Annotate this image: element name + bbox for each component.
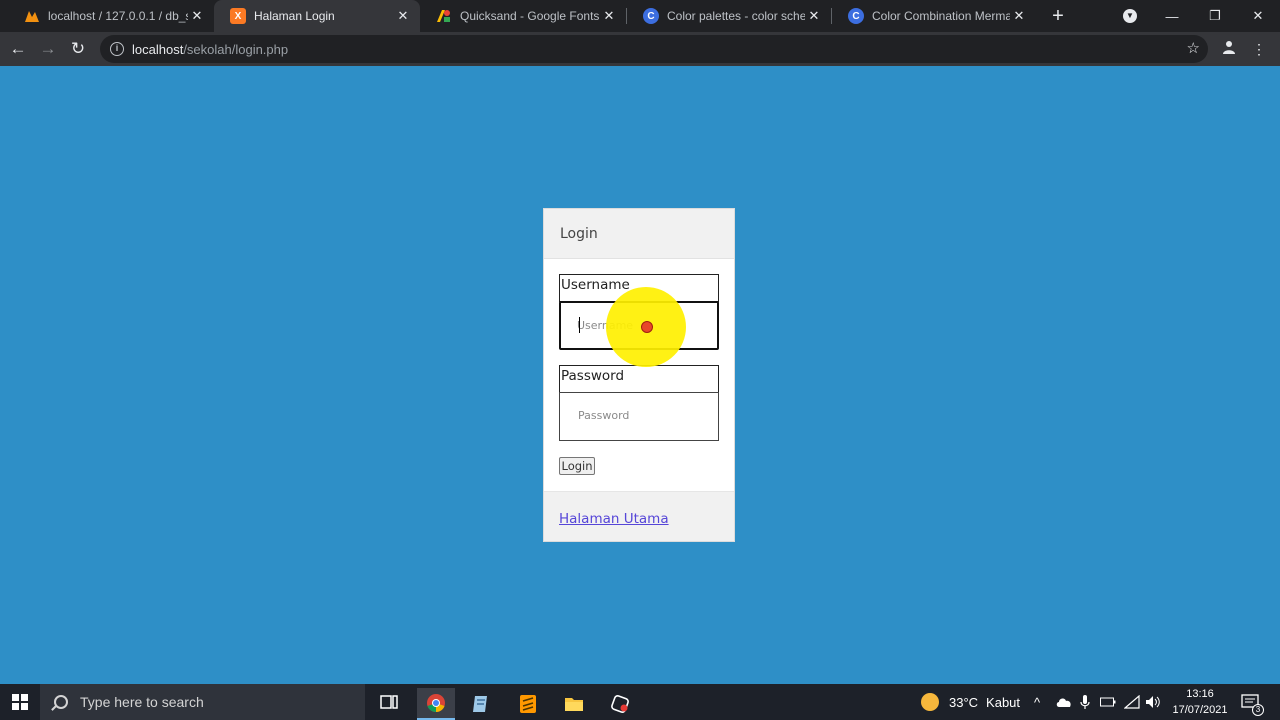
username-input[interactable]: Username xyxy=(559,301,719,350)
weather-desc: Kabut xyxy=(986,694,1021,710)
task-view-icon[interactable] xyxy=(370,686,408,718)
login-card: Login Username Username Password Passwor… xyxy=(543,208,735,542)
tab-color-palettes[interactable]: C Color palettes - color schemes ✕ xyxy=(627,0,831,32)
clock-date: 17/07/2021 xyxy=(1172,704,1228,716)
menu-icon[interactable]: ⋮ xyxy=(1247,37,1271,61)
chrome-icon[interactable] xyxy=(417,688,455,720)
halaman-utama-link[interactable]: Halaman Utama xyxy=(559,511,669,527)
card-footer: Halaman Utama xyxy=(544,491,734,541)
file-explorer-icon[interactable] xyxy=(555,688,593,720)
tab-title: Quicksand - Google Fonts xyxy=(460,9,600,23)
clock-time: 13:16 xyxy=(1186,688,1214,700)
close-window-button[interactable]: ✕ xyxy=(1236,0,1280,32)
volume-icon[interactable] xyxy=(1145,684,1161,720)
tab-google-fonts[interactable]: Quicksand - Google Fonts ✕ xyxy=(420,0,626,32)
tab-title: Halaman Login xyxy=(254,9,335,23)
tab-search-button[interactable]: ▼ xyxy=(1108,0,1152,32)
tab-color-combination[interactable]: C Color Combination Mermaid ✕ xyxy=(832,0,1036,32)
colorhunt-icon: C xyxy=(643,8,659,24)
sublime-text-icon[interactable] xyxy=(509,688,547,720)
login-form: Username Username Password Password Logi… xyxy=(544,259,734,491)
text-caret xyxy=(579,317,580,333)
address-bar[interactable]: i localhost/sekolah/login.php ☆ xyxy=(100,35,1208,63)
close-icon[interactable]: ✕ xyxy=(600,8,618,24)
reload-button[interactable]: ↻ xyxy=(66,37,90,61)
weather-haze-icon xyxy=(921,693,939,711)
taskbar-clock[interactable]: 13:16 17/07/2021 xyxy=(1165,686,1235,718)
battery-icon[interactable] xyxy=(1100,684,1116,720)
username-placeholder: Username xyxy=(577,319,634,332)
microphone-icon[interactable] xyxy=(1080,684,1090,720)
xampp-icon: X xyxy=(230,8,246,24)
password-placeholder: Password xyxy=(578,409,630,422)
tab-title: Color Combination Mermaid xyxy=(872,9,1010,23)
weather-widget[interactable]: 33°C Kabut xyxy=(921,684,1020,720)
notification-count: 3 xyxy=(1252,704,1264,716)
username-label: Username xyxy=(559,274,719,302)
close-icon[interactable]: ✕ xyxy=(188,8,206,24)
xampp-icon[interactable] xyxy=(601,688,639,720)
wifi-icon[interactable] xyxy=(1124,684,1140,720)
phpmyadmin-icon xyxy=(24,8,40,24)
onedrive-icon[interactable] xyxy=(1056,684,1072,720)
url-path: /sekolah/login.php xyxy=(183,41,289,57)
close-icon[interactable]: ✕ xyxy=(805,8,823,24)
tab-title: Color palettes - color schemes xyxy=(667,9,805,23)
login-button[interactable]: Login xyxy=(559,457,595,475)
card-header: Login xyxy=(544,209,734,259)
google-fonts-icon xyxy=(436,8,452,24)
search-placeholder: Type here to search xyxy=(80,694,204,710)
browser-tab-bar: localhost / 127.0.0.1 / db_sekolah ✕ X H… xyxy=(0,0,1280,32)
new-tab-button[interactable]: + xyxy=(1047,5,1069,27)
password-input[interactable]: Password xyxy=(559,392,719,441)
close-icon[interactable]: ✕ xyxy=(394,8,412,24)
forward-button[interactable]: → xyxy=(36,37,60,61)
tab-phpmyadmin[interactable]: localhost / 127.0.0.1 / db_sekolah ✕ xyxy=(8,0,214,32)
tab-title: localhost / 127.0.0.1 / db_sekolah xyxy=(48,9,188,23)
notification-center-icon[interactable]: 3 xyxy=(1241,684,1264,720)
taskbar-search[interactable]: Type here to search xyxy=(40,684,365,720)
colorhunt-icon: C xyxy=(848,8,864,24)
tab-halaman-login[interactable]: X Halaman Login ✕ xyxy=(214,0,420,32)
password-label: Password xyxy=(559,365,719,393)
windows-taskbar: Type here to search 33°C Kabut ^ 13:16 1… xyxy=(0,684,1280,720)
back-button[interactable]: ← xyxy=(6,37,30,61)
search-icon xyxy=(54,695,68,709)
close-icon[interactable]: ✕ xyxy=(1010,8,1028,24)
browser-toolbar: ← → ↻ i localhost/sekolah/login.php ☆ ⋮ xyxy=(0,32,1280,66)
restore-button[interactable]: ❐ xyxy=(1193,0,1237,32)
weather-temp: 33°C xyxy=(949,694,979,710)
profile-icon[interactable] xyxy=(1217,37,1241,61)
info-icon[interactable]: i xyxy=(110,42,124,56)
bookmark-star-icon[interactable]: ☆ xyxy=(1187,39,1200,57)
minimize-button[interactable]: — xyxy=(1150,0,1194,32)
windows-start-icon[interactable] xyxy=(12,694,28,710)
url-host: localhost xyxy=(132,41,184,57)
notepad-icon[interactable] xyxy=(462,688,500,720)
show-hidden-icons-icon[interactable]: ^ xyxy=(1034,684,1040,720)
